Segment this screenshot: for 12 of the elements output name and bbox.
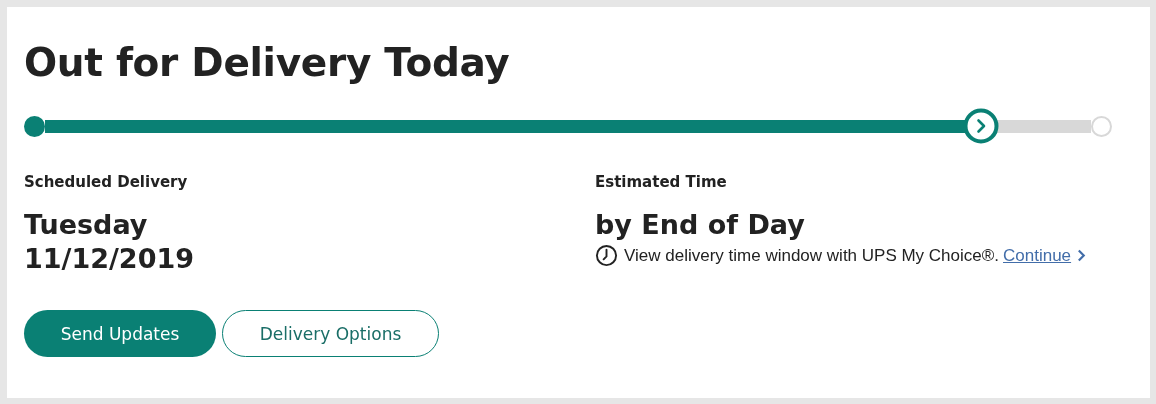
my-choice-note: View delivery time window with UPS My Choice®.: [624, 245, 999, 266]
scheduled-delivery-label: Scheduled Delivery: [24, 172, 189, 192]
delivery-day: Tuesday: [24, 208, 595, 242]
estimated-time-label: Estimated Time: [595, 172, 728, 192]
delivery-options-button[interactable]: Delivery Options: [222, 310, 439, 357]
clock-icon: [595, 244, 618, 267]
estimated-time-value: by End of Day: [595, 208, 806, 242]
delivery-date: 11/12/2019: [24, 242, 195, 276]
status-heading: Out for Delivery Today: [24, 39, 511, 87]
send-updates-button[interactable]: Send Updates: [24, 310, 216, 357]
chevron-right-icon[interactable]: [1077, 249, 1087, 262]
continue-link[interactable]: Continue: [1003, 245, 1072, 266]
